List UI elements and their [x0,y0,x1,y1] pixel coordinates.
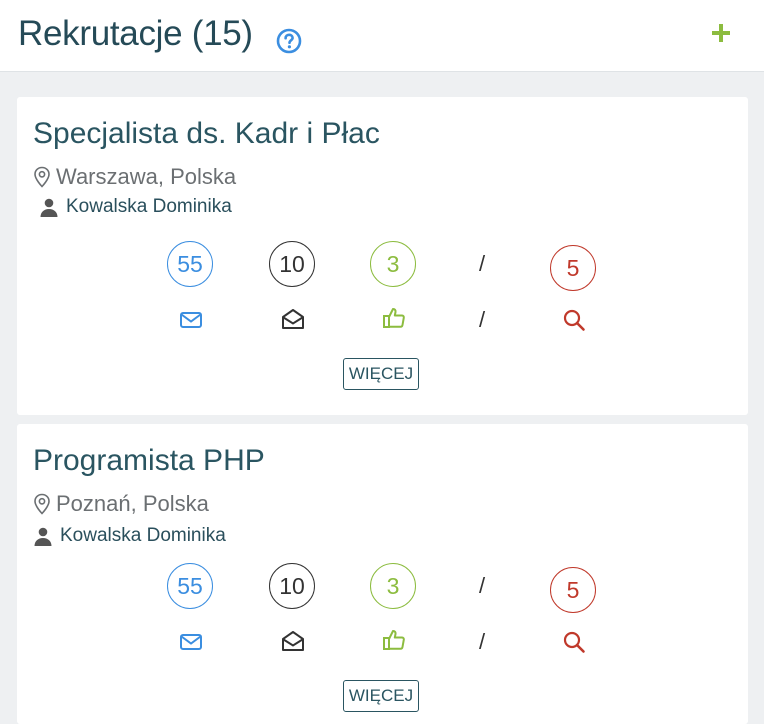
separator: / [479,629,486,654]
separator: / [479,573,486,598]
location: Warszawa, Polska [33,164,236,190]
envelope-open-icon [282,309,304,329]
recruitment-card: Specjalista ds. Kadr i Płac Warszawa, Po… [17,97,748,415]
separator: / [479,307,486,332]
recruitment-title[interactable]: Specjalista ds. Kadr i Płac [33,117,380,151]
received-count[interactable]: 55 [167,563,213,609]
page-title: Rekrutacje (15) [18,14,253,53]
recruitment-card: Programista PHP Poznań, Polska Kowalska … [17,424,748,724]
search-icon [563,309,585,331]
user-icon [34,527,52,546]
accepted-count[interactable]: 3 [370,563,416,609]
read-count[interactable]: 10 [269,563,315,609]
search-count[interactable]: 5 [550,245,596,291]
question-circle-icon[interactable] [276,28,302,54]
separator: / [479,251,486,276]
thumbs-up-icon [383,308,405,328]
more-button[interactable]: WIĘCEJ [343,358,419,390]
received-count[interactable]: 55 [167,241,213,287]
plus-icon[interactable] [710,22,732,44]
search-icon [563,631,585,653]
map-pin-icon [34,493,50,515]
owner: Kowalska Dominika [34,525,226,547]
owner-name[interactable]: Kowalska Dominika [60,525,226,547]
envelope-icon [180,634,202,650]
envelope-icon [180,312,202,328]
location: Poznań, Polska [33,491,209,517]
read-count[interactable]: 10 [269,241,315,287]
envelope-open-icon [282,631,304,651]
location-text: Warszawa, Polska [56,164,237,189]
user-icon [40,198,58,217]
page-header: Rekrutacje (15) [0,0,764,72]
map-pin-icon [34,166,50,188]
accepted-count[interactable]: 3 [370,241,416,287]
search-count[interactable]: 5 [550,567,596,613]
owner-name[interactable]: Kowalska Dominika [66,196,232,218]
owner: Kowalska Dominika [40,196,232,218]
location-text: Poznań, Polska [56,491,209,516]
more-button[interactable]: WIĘCEJ [343,680,419,712]
thumbs-up-icon [383,630,405,650]
recruitment-title[interactable]: Programista PHP [33,444,265,478]
